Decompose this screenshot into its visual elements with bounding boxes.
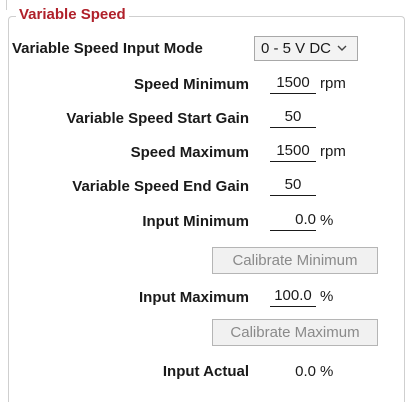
chevron-down-icon xyxy=(337,45,347,51)
start-gain-row: Variable Speed Start Gain 50 xyxy=(0,106,419,132)
input-actual-label: Input Actual xyxy=(162,363,249,380)
input-max-unit: % xyxy=(320,287,334,305)
speed-min-field[interactable]: 1500 rpm xyxy=(270,72,346,98)
input-mode-label: Variable Speed Input Mode xyxy=(12,40,203,57)
end-gain-field[interactable]: 50 xyxy=(270,174,316,200)
end-gain-row: Variable Speed End Gain 50 xyxy=(0,174,419,200)
end-gain-value[interactable]: 50 xyxy=(270,175,316,197)
input-min-row: Input Minimum 0.0% xyxy=(0,209,419,235)
speed-max-field[interactable]: 1500 rpm xyxy=(270,140,346,166)
group-title: Variable Speed xyxy=(16,5,129,25)
input-mode-select[interactable]: 0 - 5 V DC xyxy=(254,36,358,61)
input-max-row: Input Maximum 100.0% xyxy=(0,285,419,311)
input-min-label: Input Minimum xyxy=(142,213,249,230)
start-gain-label: Variable Speed Start Gain xyxy=(66,110,249,127)
speed-min-unit: rpm xyxy=(320,74,346,92)
speed-min-row: Speed Minimum 1500 rpm xyxy=(0,72,419,98)
start-gain-field[interactable]: 50 xyxy=(270,106,316,132)
input-min-field[interactable]: 0.0% xyxy=(270,209,333,235)
calibrate-minimum-button[interactable]: Calibrate Minimum xyxy=(212,247,378,274)
speed-max-value[interactable]: 1500 xyxy=(270,141,316,163)
input-max-field[interactable]: 100.0% xyxy=(270,285,333,311)
speed-min-value[interactable]: 1500 xyxy=(270,73,316,95)
end-gain-label: Variable Speed End Gain xyxy=(72,178,249,195)
input-mode-value: 0 - 5 V DC xyxy=(261,40,332,57)
input-max-value[interactable]: 100.0 xyxy=(270,286,316,308)
speed-max-label: Speed Maximum xyxy=(130,144,249,161)
top-divider xyxy=(6,0,7,10)
speed-max-row: Speed Maximum 1500 rpm xyxy=(0,140,419,166)
input-min-unit: % xyxy=(320,211,334,229)
input-min-value[interactable]: 0.0 xyxy=(270,210,316,232)
input-actual-unit: % xyxy=(320,363,334,381)
speed-min-label: Speed Minimum xyxy=(133,76,249,93)
input-actual-field: 0.0% xyxy=(270,359,333,385)
input-max-label: Input Maximum xyxy=(138,289,249,306)
calibrate-maximum-button[interactable]: Calibrate Maximum xyxy=(212,319,378,346)
input-actual-value: 0.0 xyxy=(295,363,316,380)
input-actual-row: Input Actual 0.0% xyxy=(0,359,419,385)
speed-max-unit: rpm xyxy=(320,142,346,160)
start-gain-value[interactable]: 50 xyxy=(270,107,316,129)
